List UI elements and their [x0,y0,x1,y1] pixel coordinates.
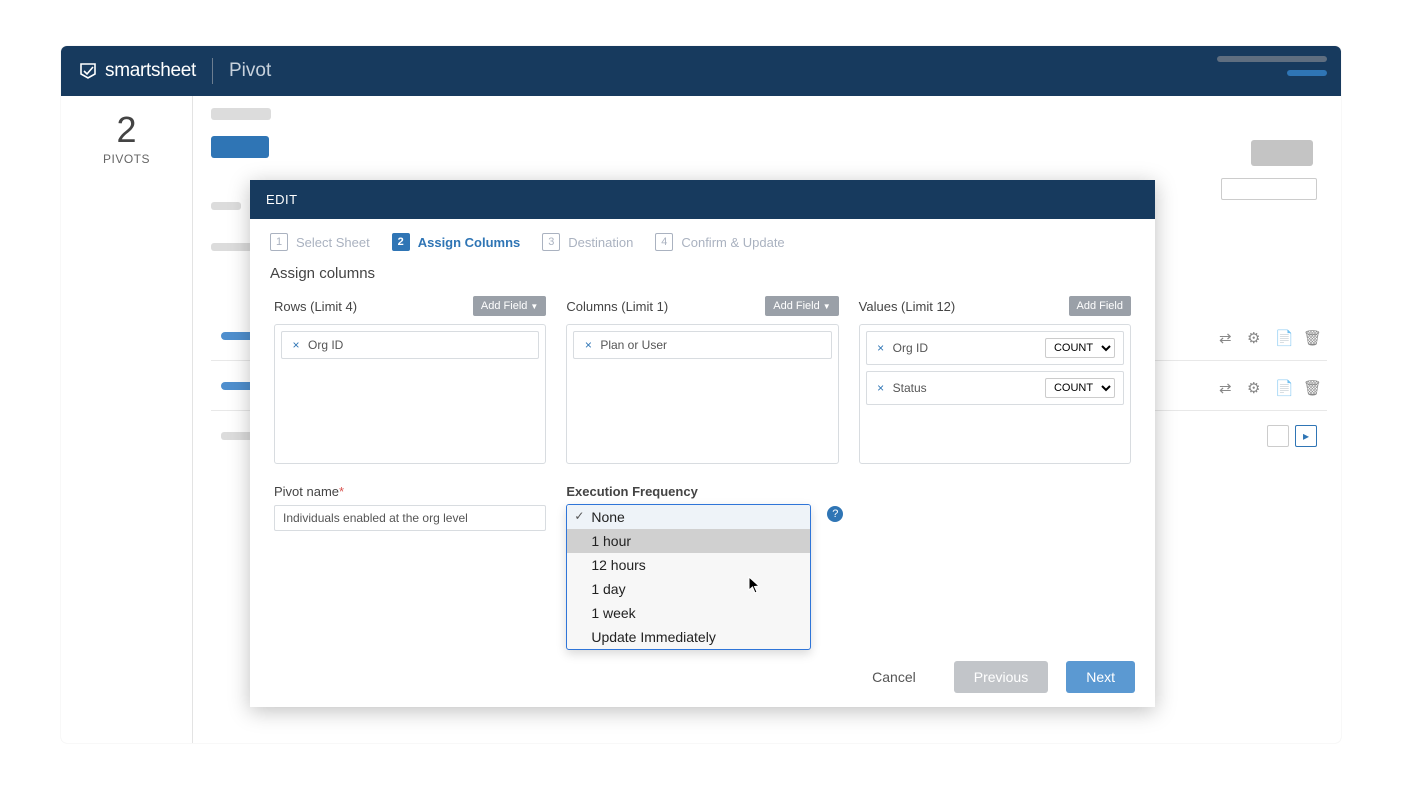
chip-label: Org ID [893,341,928,355]
brand-text: smartsheet [105,60,196,82]
add-field-rows-button[interactable]: Add Field ▼ [473,296,546,316]
lower-row: Pivot name* Execution Frequency None 1 h… [250,470,1155,531]
chip-label: Org ID [308,338,343,352]
step-confirm-update[interactable]: 4 Confirm & Update [655,233,784,251]
columns-title: Columns (Limit 1) [566,299,668,314]
dropdown-option-1hour[interactable]: 1 hour [567,529,810,553]
values-title: Values (Limit 12) [859,299,956,314]
modal-title: EDIT [250,180,1155,219]
top-right-placeholder [1217,56,1327,76]
top-bar: smartsheet Pivot [61,46,1341,96]
pivot-name-group: Pivot name* [274,484,546,531]
spacer [859,484,1131,531]
remove-chip-icon[interactable]: × [582,339,594,351]
add-field-label: Add Field [773,300,819,312]
add-field-values-button[interactable]: Add Field [1069,296,1131,316]
dropdown-option-1week[interactable]: 1 week [567,601,810,625]
add-field-label: Add Field [1077,300,1123,312]
step-number: 2 [392,233,410,251]
values-field-container[interactable]: × Org ID COUNT × Status COUNT [859,324,1131,464]
columns-field-container[interactable]: × Plan or User [566,324,838,464]
app-window: smartsheet Pivot 2 PIVOTS [61,46,1341,743]
remove-chip-icon[interactable]: × [290,339,302,351]
divider [212,58,213,84]
columns-panel: Columns (Limit 1) Add Field ▼ × Plan or … [566,296,838,464]
help-icon[interactable]: ? [827,506,843,522]
step-assign-columns[interactable]: 2 Assign Columns [392,233,521,251]
rows-title: Rows (Limit 4) [274,299,357,314]
step-select-sheet[interactable]: 1 Select Sheet [270,233,370,251]
wizard-steps: 1 Select Sheet 2 Assign Columns 3 Destin… [250,219,1155,265]
summary-panel: 2 PIVOTS [61,96,193,743]
exec-freq-group: Execution Frequency None 1 hour 12 hours… [566,484,838,531]
dropdown-option-none[interactable]: None [567,505,810,529]
pivot-name-input[interactable] [274,505,546,531]
remove-chip-icon[interactable]: × [875,342,887,354]
chip-label: Status [893,381,927,395]
modal-footer: Cancel Previous Next [852,661,1135,693]
value-chip[interactable]: × Status COUNT [866,371,1124,405]
pivot-name-label: Pivot name* [274,484,546,499]
app-name: Pivot [229,60,271,82]
edit-modal: EDIT 1 Select Sheet 2 Assign Columns 3 D… [250,180,1155,707]
caret-down-icon: ▼ [823,302,831,311]
smartsheet-logo-icon [79,62,97,80]
content-shell: 2 PIVOTS ⇄⚙📄🗑 [61,96,1341,743]
step-label: Destination [568,235,633,250]
row-action-icons: ⇄⚙📄🗑 [1219,379,1317,393]
row-chip[interactable]: × Org ID [281,331,539,359]
section-title: Assign columns [250,265,1155,290]
logo-block: smartsheet [79,60,196,82]
aggregation-select[interactable]: COUNT [1045,338,1115,358]
step-label: Assign Columns [418,235,521,250]
add-field-columns-button[interactable]: Add Field ▼ [765,296,838,316]
step-number: 4 [655,233,673,251]
remove-chip-icon[interactable]: × [875,382,887,394]
step-number: 1 [270,233,288,251]
row-action-icons: ⇄⚙📄🗑 [1219,329,1317,343]
exec-freq-label: Execution Frequency [566,484,838,499]
caret-down-icon: ▼ [530,302,538,311]
cancel-button[interactable]: Cancel [852,661,936,693]
rows-field-container[interactable]: × Org ID [274,324,546,464]
column-chip[interactable]: × Plan or User [573,331,831,359]
step-label: Select Sheet [296,235,370,250]
values-panel: Values (Limit 12) Add Field × Org ID COU… [859,296,1131,464]
step-label: Confirm & Update [681,235,784,250]
exec-freq-dropdown[interactable]: None 1 hour 12 hours 1 day 1 week Update… [566,504,811,650]
previous-button[interactable]: Previous [954,661,1048,693]
aggregation-select[interactable]: COUNT [1045,378,1115,398]
step-destination[interactable]: 3 Destination [542,233,633,251]
dropdown-option-update-immediately[interactable]: Update Immediately [567,625,810,649]
rows-panel: Rows (Limit 4) Add Field ▼ × Org ID [274,296,546,464]
value-chip[interactable]: × Org ID COUNT [866,331,1124,365]
chip-label: Plan or User [600,338,667,352]
step-number: 3 [542,233,560,251]
pivots-label: PIVOTS [61,152,192,166]
next-button[interactable]: Next [1066,661,1135,693]
add-field-label: Add Field [481,300,527,312]
columns-area: Rows (Limit 4) Add Field ▼ × Org ID [250,290,1155,470]
dropdown-option-12hours[interactable]: 12 hours [567,553,810,577]
pivots-count: 2 [61,112,192,148]
dropdown-option-1day[interactable]: 1 day [567,577,810,601]
